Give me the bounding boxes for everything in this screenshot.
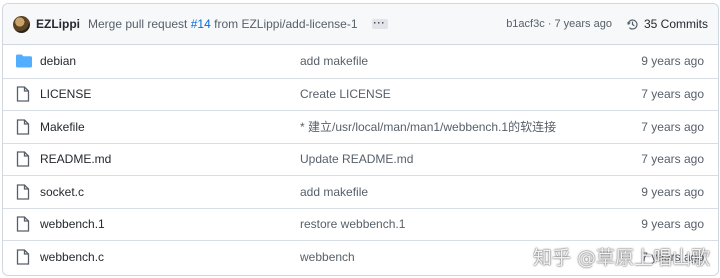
- commit-message[interactable]: Merge pull request #14 from EZLippi/add-…: [88, 17, 358, 31]
- file-commit-message[interactable]: add makefile: [300, 54, 368, 68]
- commits-link[interactable]: 35 Commits: [626, 17, 708, 31]
- history-icon: [626, 18, 638, 30]
- file-icon: [16, 249, 32, 265]
- commit-author[interactable]: EZLippi: [36, 17, 80, 31]
- commit-sha-time[interactable]: b1acf3c · 7 years ago: [506, 18, 612, 30]
- pr-link[interactable]: #14: [191, 17, 211, 31]
- file-commit-message[interactable]: Update README.md: [300, 152, 413, 166]
- file-commit-message[interactable]: webbench: [300, 250, 355, 264]
- file-name[interactable]: Makefile: [40, 120, 303, 134]
- file-row[interactable]: webbench.1 restore webbench.1 9 years ago: [3, 207, 718, 241]
- file-name[interactable]: webbench.c: [40, 250, 303, 264]
- file-commit-age: 7 years ago: [641, 87, 704, 102]
- file-commit-message[interactable]: add makefile: [300, 185, 368, 199]
- file-name[interactable]: webbench.1: [40, 217, 303, 231]
- file-commit-age: 9 years ago: [641, 184, 704, 199]
- file-name[interactable]: README.md: [40, 152, 303, 166]
- file-list: debian add makefile 9 years ago LICENSE Crea…: [3, 45, 718, 273]
- latest-commit-bar: EZLippi Merge pull request #14 from EZLi…: [3, 4, 718, 45]
- file-row[interactable]: README.md Update README.md 7 years ago: [3, 142, 718, 176]
- file-name[interactable]: socket.c: [40, 185, 303, 199]
- file-row[interactable]: LICENSE Create LICENSE 7 years ago: [3, 77, 718, 111]
- file-icon: [16, 151, 32, 167]
- file-commit-age: 7 years ago: [641, 119, 704, 134]
- file-commit-message[interactable]: * 建立/usr/local/man/man1/webbench.1的软连接: [300, 118, 556, 135]
- file-row[interactable]: webbench.c webbench 7 years ago: [3, 240, 718, 273]
- commit-message-prefix: Merge pull request: [88, 17, 188, 31]
- file-commit-age: 9 years ago: [641, 54, 704, 69]
- file-icon: [16, 119, 32, 135]
- file-icon: [16, 184, 32, 200]
- file-icon: [16, 86, 32, 102]
- file-commit-age: 7 years ago: [641, 152, 704, 167]
- file-name[interactable]: debian: [40, 54, 303, 68]
- file-row[interactable]: debian add makefile 9 years ago: [3, 45, 718, 78]
- file-commit-message[interactable]: Create LICENSE: [300, 87, 391, 101]
- commit-message-suffix: from EZLippi/add-license-1: [214, 17, 358, 31]
- file-name[interactable]: LICENSE: [40, 87, 303, 101]
- file-browser: EZLippi Merge pull request #14 from EZLi…: [2, 3, 719, 276]
- author-avatar[interactable]: [13, 15, 30, 33]
- file-row[interactable]: Makefile * 建立/usr/local/man/man1/webbench…: [3, 110, 718, 143]
- file-commit-age: 9 years ago: [641, 217, 704, 232]
- expand-message-button[interactable]: ···: [371, 19, 388, 29]
- file-commit-age: 7 years ago: [641, 249, 704, 264]
- file-commit-message[interactable]: restore webbench.1: [300, 217, 405, 231]
- file-icon: [16, 216, 32, 232]
- commits-count: 35 Commits: [643, 17, 708, 31]
- folder-icon: [16, 54, 32, 68]
- file-row[interactable]: socket.c add makefile 9 years ago: [3, 175, 718, 208]
